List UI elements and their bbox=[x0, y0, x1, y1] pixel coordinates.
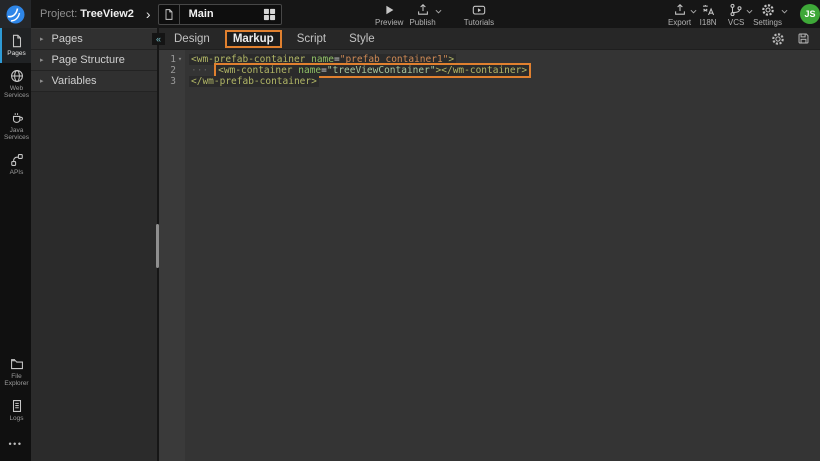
wavemaker-logo[interactable] bbox=[0, 0, 31, 28]
page-doc-icon[interactable] bbox=[159, 5, 180, 24]
translate-icon bbox=[701, 3, 715, 17]
chevron-right-icon[interactable]: › bbox=[146, 0, 151, 28]
play-icon bbox=[382, 3, 396, 17]
video-icon bbox=[472, 3, 486, 17]
gutter-column bbox=[159, 50, 185, 461]
panel-section-label: Page Structure bbox=[52, 54, 125, 66]
collapsed-triangle-icon: ▸ bbox=[40, 56, 44, 64]
wavemaker-studio: Project:TreeView2 › Main Preview Publish bbox=[0, 0, 820, 461]
panel-section-pages[interactable]: ▸ Pages bbox=[31, 29, 157, 50]
page-tab-label: Main bbox=[180, 8, 263, 20]
publish-label: Publish bbox=[409, 19, 435, 27]
code-lines: 1 ▾ <wm-prefab-container name="prefab_co… bbox=[159, 54, 820, 87]
top-bar: Project:TreeView2 › Main Preview Publish bbox=[0, 0, 820, 28]
topbar-center-actions: Preview Publish Tutorials bbox=[372, 0, 497, 28]
upload-icon bbox=[416, 3, 430, 17]
rail-item-java-services[interactable]: Java Services bbox=[0, 105, 31, 147]
publish-button[interactable]: Publish bbox=[406, 0, 438, 28]
indent-whitespace: ··· bbox=[189, 65, 210, 76]
panel-section-variables[interactable]: ▸ Variables bbox=[31, 71, 157, 92]
code-line[interactable]: 3 </wm-prefab-container> bbox=[159, 76, 820, 87]
tab-markup[interactable]: Markup bbox=[225, 30, 282, 48]
code-line[interactable]: 2 ···<wm-container name="treeViewContain… bbox=[159, 65, 820, 76]
collapsed-triangle-icon: ▸ bbox=[40, 35, 44, 43]
code-text: </wm-prefab-container> bbox=[189, 76, 319, 87]
api-icon bbox=[10, 153, 24, 167]
vcs-label: VCS bbox=[728, 19, 744, 27]
editor-tools bbox=[771, 32, 820, 46]
tab-style[interactable]: Style bbox=[341, 30, 383, 48]
preview-label: Preview bbox=[375, 19, 403, 27]
tutorials-button[interactable]: Tutorials bbox=[461, 0, 497, 28]
code-editor[interactable]: 1 ▾ <wm-prefab-container name="prefab_co… bbox=[159, 50, 820, 461]
rail-bottom-items: File Explorer Logs bbox=[0, 351, 31, 428]
export-button[interactable]: Export bbox=[665, 0, 694, 28]
panel-section-label: Variables bbox=[52, 75, 97, 87]
file-icon bbox=[10, 34, 24, 48]
rail-item-web-services[interactable]: Web Services bbox=[0, 63, 31, 105]
rail-item-apis[interactable]: APIs bbox=[0, 147, 31, 182]
chevron-down-icon bbox=[781, 9, 788, 14]
wavemaker-logo-icon bbox=[6, 5, 25, 24]
line-number: 3 bbox=[170, 76, 176, 87]
project-label: Project: bbox=[40, 8, 77, 20]
log-icon bbox=[10, 399, 24, 413]
branch-icon bbox=[729, 3, 743, 17]
export-label: Export bbox=[668, 19, 691, 27]
tutorials-label: Tutorials bbox=[464, 19, 494, 27]
editor-tab-strip: Design Markup Script Style bbox=[159, 28, 820, 50]
editor-area: Design Markup Script Style bbox=[159, 28, 820, 461]
rail-item-file-explorer[interactable]: File Explorer bbox=[0, 351, 31, 393]
panel-collapse-button[interactable]: « bbox=[152, 33, 165, 45]
user-avatar[interactable]: JS bbox=[800, 4, 820, 24]
more-menu-button[interactable]: ••• bbox=[0, 427, 31, 461]
left-icon-rail: Pages Web Services Java Services APIs Fi… bbox=[0, 28, 31, 461]
rail-item-pages[interactable]: Pages bbox=[0, 28, 31, 63]
project-name: TreeView2 bbox=[80, 8, 134, 20]
rail-item-logs[interactable]: Logs bbox=[0, 393, 31, 428]
line-gutter: 1 ▾ bbox=[159, 54, 185, 65]
panel-sections: ▸ Pages ▸ Page Structure ▸ Variables bbox=[31, 28, 157, 92]
gear-icon bbox=[761, 3, 775, 17]
panel-section-label: Pages bbox=[52, 33, 83, 45]
settings-label: Settings bbox=[753, 19, 782, 27]
rail-top-items: Pages Web Services Java Services APIs bbox=[0, 28, 31, 181]
preview-button[interactable]: Preview bbox=[372, 0, 406, 28]
project-breadcrumb: Project:TreeView2 bbox=[40, 8, 134, 20]
upload-icon bbox=[673, 3, 687, 17]
save-icon[interactable] bbox=[797, 32, 810, 45]
rail-item-label: Pages bbox=[7, 50, 25, 58]
editor-tabs: Design Markup Script Style bbox=[159, 30, 383, 48]
grid-layout-icon[interactable] bbox=[263, 8, 281, 21]
collapsed-triangle-icon: ▸ bbox=[40, 77, 44, 85]
i18n-label: I18N bbox=[700, 19, 717, 27]
coffee-icon bbox=[10, 111, 24, 125]
line-gutter: 3 bbox=[159, 76, 185, 87]
globe-icon bbox=[10, 69, 24, 83]
page-tab-main[interactable]: Main bbox=[158, 4, 282, 25]
panel-resize-handle[interactable] bbox=[156, 224, 159, 268]
line-gutter: 2 bbox=[159, 65, 185, 76]
rail-item-label: Logs bbox=[9, 415, 23, 423]
fold-arrow-icon[interactable]: ▾ bbox=[176, 54, 184, 65]
pages-side-panel: ▸ Pages ▸ Page Structure ▸ Variables « bbox=[31, 28, 159, 461]
panel-section-page-structure[interactable]: ▸ Page Structure bbox=[31, 50, 157, 71]
rail-item-label: Web Services bbox=[2, 85, 31, 100]
main-body: Pages Web Services Java Services APIs Fi… bbox=[0, 28, 820, 461]
tab-script[interactable]: Script bbox=[289, 30, 334, 48]
rail-item-label: APIs bbox=[10, 169, 24, 177]
topbar-right-actions: Export I18N VCS Settings bbox=[665, 0, 792, 28]
folder-icon bbox=[10, 357, 24, 371]
markup-settings-icon[interactable] bbox=[771, 32, 785, 46]
line-number: 2 bbox=[170, 65, 176, 76]
rail-item-label: File Explorer bbox=[2, 373, 31, 388]
rail-item-label: Java Services bbox=[2, 127, 31, 142]
i18n-button[interactable]: I18N bbox=[694, 0, 722, 28]
settings-button[interactable]: Settings bbox=[750, 0, 785, 28]
tab-design[interactable]: Design bbox=[166, 30, 218, 48]
chevron-down-icon bbox=[435, 9, 442, 14]
vcs-button[interactable]: VCS bbox=[722, 0, 750, 28]
